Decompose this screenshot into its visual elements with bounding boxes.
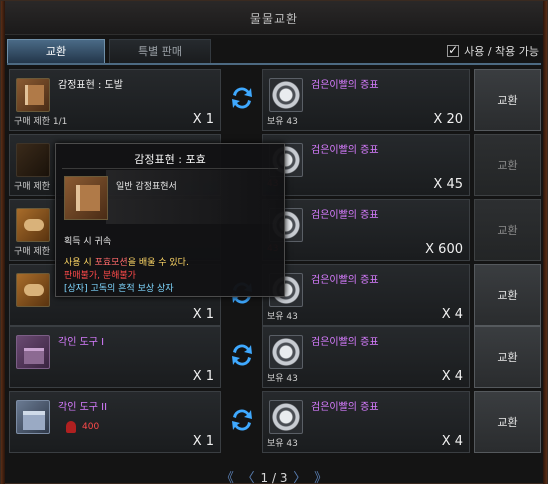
dark-book-icon[interactable] <box>16 143 50 177</box>
owned-count: 보유 43 <box>267 439 298 449</box>
purchase-limit: 구매 제한 1/1 <box>14 117 68 127</box>
tooltip-restrictions: 판매불가, 분해불가 <box>64 271 136 281</box>
window-title: 물물교환 <box>249 12 299 26</box>
cost-item-slot[interactable]: 검은이빨의 증표 43 X 45 <box>262 134 470 196</box>
trade-row: 각인 도구 I X 1 검은이빨의 증표 보유 43 X 4 교환 <box>9 326 545 388</box>
owned-count: 보유 43 <box>267 312 298 322</box>
reward-item-name: 감정표현 : 도발 <box>58 80 123 91</box>
exchange-button[interactable]: 교환 <box>474 199 541 261</box>
blacktooth-token-icon[interactable] <box>269 400 303 434</box>
exchange-arrows-icon <box>227 83 257 113</box>
cost-item-slot[interactable]: 검은이빨의 증표 보유 43 X 4 <box>262 391 470 453</box>
reward-qty: X 1 <box>192 434 214 449</box>
exchange-button[interactable]: 교환 <box>474 264 541 326</box>
reward-item-name: 각인 도구 I <box>58 337 105 348</box>
tooltip-bind-info: 획득 시 귀속 <box>64 237 112 247</box>
cost-qty: X 20 <box>433 112 463 127</box>
tooltip-desc-highlight: 포효모션 <box>94 258 128 268</box>
tooltip-title: 감정표현 : 포효 <box>134 153 206 166</box>
last-page-icon[interactable]: 》 <box>312 471 329 484</box>
cost-item-name: 검은이빨의 증표 <box>311 275 379 286</box>
tab-underline <box>7 63 541 65</box>
cost-qty: X 45 <box>433 177 463 192</box>
tooltip-source: [상자] 고독의 흔적 보상 상자 <box>64 284 174 294</box>
pagination: 《 〈 1 / 3 〉 》 <box>1 467 547 484</box>
trade-window: 물물교환 교환 특별 판매 사용 / 착용 가능 감정표현 : 도발 구매 제한… <box>0 0 548 484</box>
helmet-icon <box>66 421 76 433</box>
prev-page-icon[interactable]: 〈 <box>240 471 257 484</box>
purchase-limit: 구매 제한 <box>14 247 50 257</box>
blacktooth-token-icon[interactable] <box>269 78 303 112</box>
frame-left <box>1 1 5 484</box>
cost-qty: X 600 <box>425 242 463 257</box>
owned-count: 보유 43 <box>267 374 298 384</box>
title-bar[interactable]: 물물교환 <box>5 1 543 35</box>
reward-item-name: 각인 도구 II <box>58 402 108 413</box>
exchange-arrows-icon <box>227 340 257 370</box>
exchange-button[interactable]: 교환 <box>474 326 541 388</box>
scroll-icon[interactable] <box>16 273 50 307</box>
exchange-button[interactable]: 교환 <box>474 69 541 131</box>
tab-special-sale[interactable]: 특별 판매 <box>109 39 211 63</box>
item-tooltip: 감정표현 : 포효 일반 감정표현서 획득 시 귀속 사용 시 포효모션을 배울… <box>55 143 285 297</box>
tooltip-desc-prefix: 사용 시 <box>64 258 95 268</box>
tooltip-description: 사용 시 포효모션을 배울 수 있다. <box>64 255 189 268</box>
engraving-chest-icon[interactable] <box>16 400 50 434</box>
scroll-icon[interactable] <box>16 208 50 242</box>
tooltip-item-type: 일반 감정표현서 <box>116 182 177 192</box>
reward-qty: X 1 <box>192 369 214 384</box>
book-icon <box>64 176 108 220</box>
next-page-icon[interactable]: 〉 <box>291 471 308 484</box>
owned-count: 보유 43 <box>267 117 298 127</box>
usable-filter-label: 사용 / 착용 가능 <box>464 45 539 58</box>
usable-filter-checkbox[interactable] <box>447 43 460 57</box>
exchange-button[interactable]: 교환 <box>474 391 541 453</box>
cost-qty: X 4 <box>441 307 463 322</box>
tab-exchange[interactable]: 교환 <box>7 39 105 63</box>
blacktooth-token-icon[interactable] <box>269 335 303 369</box>
cost-item-name: 검은이빨의 증표 <box>311 210 379 221</box>
cost-item-name: 검은이빨의 증표 <box>311 402 379 413</box>
cost-item-name: 검은이빨의 증표 <box>311 337 379 348</box>
exchange-button[interactable]: 교환 <box>474 134 541 196</box>
purchase-limit: 구매 제한 <box>14 182 50 192</box>
usable-filter[interactable]: 사용 / 착용 가능 <box>447 43 539 59</box>
cost-item-name: 검은이빨의 증표 <box>311 80 379 91</box>
exchange-arrows-icon <box>227 405 257 435</box>
page-indicator: 1 / 3 <box>260 471 288 484</box>
cost-item-slot[interactable]: 검은이빨의 증표 보유 43 X 20 <box>262 69 470 131</box>
reward-qty: X 1 <box>192 307 214 322</box>
cost-item-slot[interactable]: 검은이빨의 증표 보유 43 X 4 <box>262 326 470 388</box>
cost-item-slot[interactable]: 검은이빨의 증표 43 X 600 <box>262 199 470 261</box>
book-icon[interactable] <box>16 78 50 112</box>
tooltip-divider <box>62 168 278 169</box>
reward-item-slot[interactable]: 각인 도구 I X 1 <box>9 326 221 388</box>
tooltip-desc-suffix: 을 배울 수 있다. <box>127 258 189 268</box>
cost-qty: X 4 <box>441 434 463 449</box>
engraving-box-icon[interactable] <box>16 335 50 369</box>
trade-row: 감정표현 : 도발 구매 제한 1/1 X 1 검은이빨의 증표 보유 43 X… <box>9 69 545 131</box>
trade-row: 각인 도구 II 400 X 1 검은이빨의 증표 보유 43 X 4 교환 <box>9 391 545 453</box>
reward-qty: X 1 <box>192 112 214 127</box>
sub-cost-value: 400 <box>82 422 100 432</box>
first-page-icon[interactable]: 《 <box>219 471 236 484</box>
cost-item-slot[interactable]: 검은이빨의 증표 보유 43 X 4 <box>262 264 470 326</box>
reward-item-slot[interactable]: 감정표현 : 도발 구매 제한 1/1 X 1 <box>9 69 221 131</box>
reward-item-slot[interactable]: 각인 도구 II 400 X 1 <box>9 391 221 453</box>
cost-qty: X 4 <box>441 369 463 384</box>
cost-item-name: 검은이빨의 증표 <box>311 145 379 156</box>
